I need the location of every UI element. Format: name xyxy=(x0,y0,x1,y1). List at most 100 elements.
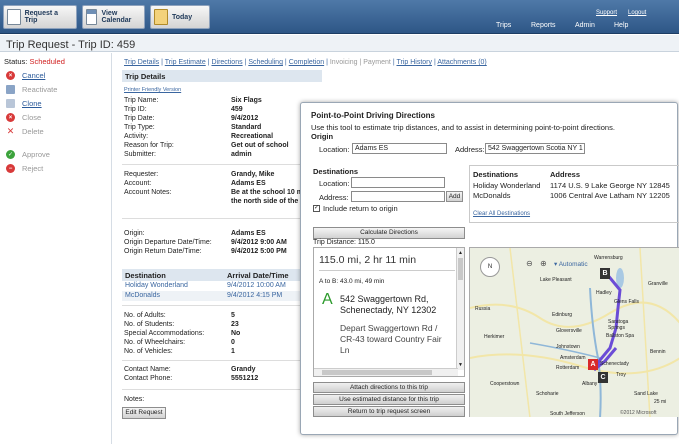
edit-request-button[interactable]: Edit Request xyxy=(122,407,166,419)
scrollbar-thumb[interactable] xyxy=(458,258,463,280)
calculate-directions-button[interactable]: Calculate Directions xyxy=(313,227,465,239)
map-label: Edinburg xyxy=(552,312,573,318)
checkmark-icon: ✓ xyxy=(6,150,15,159)
direction-step-3: Ln xyxy=(340,345,350,355)
notes-row: Notes: xyxy=(124,396,145,403)
return-row: Origin Return Date/Time: 9/4/2012 5:00 PM xyxy=(124,248,287,255)
divider xyxy=(122,389,302,390)
page-title: Trip Request - Trip ID: 459 xyxy=(0,35,679,52)
reject-action: − Reject xyxy=(6,164,43,173)
origin-heading: Origin xyxy=(311,132,334,141)
map-label: Schenectady xyxy=(600,361,629,367)
nav-reports[interactable]: Reports xyxy=(531,22,556,29)
activity-row: Activity: Recreational xyxy=(124,133,274,140)
map-label: Bennin xyxy=(650,349,666,355)
marker-b-icon[interactable]: B xyxy=(600,268,610,279)
scroll-up-icon[interactable]: ▲ xyxy=(458,250,463,256)
origin-address-input[interactable]: 542 Swaggertown Scotia NY 1 xyxy=(485,143,585,154)
vertical-scrollbar[interactable]: ▲ ▼ xyxy=(456,248,464,370)
map-label: Rotterdam xyxy=(556,365,580,371)
contact-row: Contact Name: Grandy xyxy=(124,366,256,373)
close-icon: × xyxy=(6,113,15,122)
map-label: Hadley xyxy=(596,290,612,296)
directions-dialog: Point-to-Point Driving Directions Use th… xyxy=(300,102,679,435)
use-distance-button[interactable]: Use estimated distance for this trip xyxy=(313,394,465,405)
tab-trip-history[interactable]: Trip History xyxy=(396,59,432,66)
view-calendar-button[interactable]: View Calendar xyxy=(82,5,145,29)
request-trip-button[interactable]: Request a Trip xyxy=(3,5,77,29)
map-label: Russia xyxy=(475,306,491,312)
close-action: × Close xyxy=(6,113,41,122)
trip-distance: Trip Distance: 115.0 xyxy=(313,239,375,246)
compass-icon[interactable]: N xyxy=(480,257,500,277)
attach-directions-button[interactable]: Attach directions to this trip xyxy=(313,382,465,393)
document-icon xyxy=(7,9,21,25)
leg-summary: A to B: 43.0 mi, 49 min xyxy=(319,278,385,285)
table-row: McDonalds 9/4/2012 4:15 PM xyxy=(122,291,312,301)
start-address-line-1: 542 Swaggertown Rd, xyxy=(340,294,429,304)
table-row: Holiday Wonderland 1174 U.S. 9 Lake Georg… xyxy=(473,181,670,190)
cancel-action[interactable]: × Cancel xyxy=(6,71,45,80)
zoom-in-icon[interactable]: ⊕ xyxy=(540,259,547,268)
trip-type-row: Trip Type: Standard xyxy=(124,124,262,131)
horizontal-scrollbar[interactable] xyxy=(314,368,458,376)
divider xyxy=(122,360,302,361)
tab-trip-details[interactable]: Trip Details xyxy=(124,59,159,66)
map-label: Granville xyxy=(648,281,668,287)
map-copyright: ©2012 Microsoft xyxy=(620,410,657,416)
include-return-checkbox-row[interactable]: ✓ Include return to origin xyxy=(313,204,398,213)
scrollbar-thumb[interactable] xyxy=(322,370,432,375)
marker-a-icon[interactable]: A xyxy=(588,359,598,370)
zoom-out-icon[interactable]: ⊖ xyxy=(526,259,533,268)
support-link[interactable]: Support xyxy=(596,10,617,16)
include-return-checkbox[interactable]: ✓ xyxy=(313,205,320,212)
directions-list[interactable]: 115.0 mi, 2 hr 11 min A to B: 43.0 mi, 4… xyxy=(313,247,465,377)
start-marker-icon: A xyxy=(322,291,333,308)
tab-invoicing: Invoicing xyxy=(329,59,358,66)
logout-link[interactable]: Logout xyxy=(628,10,646,16)
account-row: Account: Adams ES xyxy=(124,180,266,187)
nav-trips[interactable]: Trips xyxy=(496,22,511,29)
dest-location-input[interactable] xyxy=(351,177,445,188)
destinations-table: Destinations Address Holiday Wonderland 1… xyxy=(469,165,679,223)
table-row: Holiday Wonderland 9/4/2012 10:00 AM xyxy=(122,281,312,291)
map-label: Troy xyxy=(616,372,626,378)
today-button[interactable]: Today xyxy=(150,5,210,29)
clone-action[interactable]: Clone xyxy=(6,99,42,108)
origin-row: Origin: Adams ES xyxy=(124,230,266,237)
printer-friendly-link[interactable]: Printer Friendly Version xyxy=(124,87,181,93)
dest-address-input[interactable] xyxy=(351,191,445,202)
tab-attachments[interactable]: Attachments (0) xyxy=(437,59,486,66)
return-to-trip-button[interactable]: Return to trip request screen xyxy=(313,406,465,417)
divider xyxy=(122,305,302,306)
add-destination-button[interactable]: Add xyxy=(446,191,463,202)
trip-name-row: Trip Name: Six Flags xyxy=(124,97,262,104)
map-style-dropdown[interactable]: ▾ Automatic xyxy=(554,260,588,268)
clear-destinations-link[interactable]: Clear All Destinations xyxy=(473,211,530,217)
nav-help[interactable]: Help xyxy=(614,22,628,29)
table-row: McDonalds 1006 Central Ave Latham NY 1220… xyxy=(473,191,670,200)
map-label: Schoharie xyxy=(536,391,559,397)
tab-scheduling[interactable]: Scheduling xyxy=(248,59,283,66)
scroll-down-icon[interactable]: ▼ xyxy=(458,362,463,368)
route-map[interactable]: N ⊖ ⊕ ▾ Automatic Warrensburg Lake Pleas… xyxy=(469,247,679,417)
nav-admin[interactable]: Admin xyxy=(575,22,595,29)
origin-location-input[interactable]: Adams ES xyxy=(352,143,447,154)
dialog-description: Use this tool to estimate trip distances… xyxy=(311,123,615,132)
calendar-page-icon xyxy=(154,9,168,25)
tab-trip-estimate[interactable]: Trip Estimate xyxy=(165,59,206,66)
origin-location-label: Location: xyxy=(319,145,350,154)
tab-completion[interactable]: Completion xyxy=(289,59,324,66)
vehicles-row: No. of Vehicles: 1 xyxy=(124,348,235,355)
map-label: Glens Falls xyxy=(614,299,640,305)
start-address-line-2: Schenectady, NY 12302 xyxy=(340,305,437,315)
top-toolbar: Request a Trip View Calendar Today Suppo… xyxy=(0,0,679,34)
delete-action: ✕ Delete xyxy=(6,126,44,136)
tab-directions[interactable]: Directions xyxy=(211,59,242,66)
map-label: South Jefferson xyxy=(550,411,585,417)
destinations-heading: Destinations xyxy=(313,167,359,176)
marker-c-icon[interactable]: C xyxy=(598,372,608,383)
dialog-title: Point-to-Point Driving Directions xyxy=(311,111,435,120)
map-label: Albany xyxy=(582,381,598,387)
trip-id-row: Trip ID: 459 xyxy=(124,106,243,113)
